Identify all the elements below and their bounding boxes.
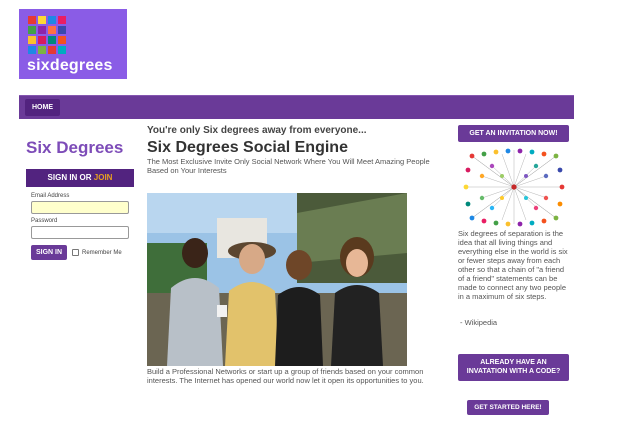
page-body-text: Build a Professional Networks or start u…	[147, 367, 424, 385]
site-logo[interactable]: sixdegrees	[19, 9, 127, 79]
password-label: Password	[31, 218, 58, 224]
logo-text: sixdegrees	[27, 57, 113, 74]
email-field[interactable]	[31, 201, 129, 214]
signin-button[interactable]: SIGN IN	[31, 245, 67, 260]
page-title: Six Degrees Social Engine	[147, 139, 348, 156]
hero-photo	[147, 193, 407, 366]
network-graph-image	[463, 148, 565, 227]
tagline: You're only Six degrees away from everyo…	[147, 125, 367, 136]
invitation-code-button[interactable]: ALREADY HAVE AN INVATATION WITH A CODE?	[458, 354, 569, 381]
get-started-button[interactable]: GET STARTED HERE!	[467, 400, 549, 415]
password-field[interactable]	[31, 226, 129, 239]
code-button-line1: ALREADY HAVE AN	[480, 359, 547, 366]
get-invitation-button[interactable]: GET AN INVITATION NOW!	[458, 125, 569, 142]
code-button-line2: INVATATION WITH A CODE?	[466, 368, 561, 375]
page-subtitle: The Most Exclusive Invite Only Social Ne…	[147, 157, 430, 175]
friends-group-image	[147, 193, 407, 366]
signin-join-header: SIGN IN OR JOIN	[26, 169, 134, 187]
sidebar-title: Six Degrees	[26, 138, 124, 157]
six-degrees-definition: Six degrees of separation is the idea th…	[458, 229, 568, 301]
remember-me[interactable]: Remember Me	[72, 249, 122, 256]
signin-prefix: SIGN IN OR	[47, 173, 94, 182]
color-grid-icon	[28, 16, 66, 54]
remember-checkbox[interactable]	[72, 249, 79, 256]
email-label: Email Address	[31, 193, 70, 199]
nav-home-button[interactable]: HOME	[25, 99, 60, 116]
quote-attribution: - Wikipedia	[460, 318, 498, 327]
remember-label: Remember Me	[82, 249, 122, 256]
top-navbar: HOME	[19, 95, 574, 119]
join-link[interactable]: JOIN	[94, 173, 113, 182]
